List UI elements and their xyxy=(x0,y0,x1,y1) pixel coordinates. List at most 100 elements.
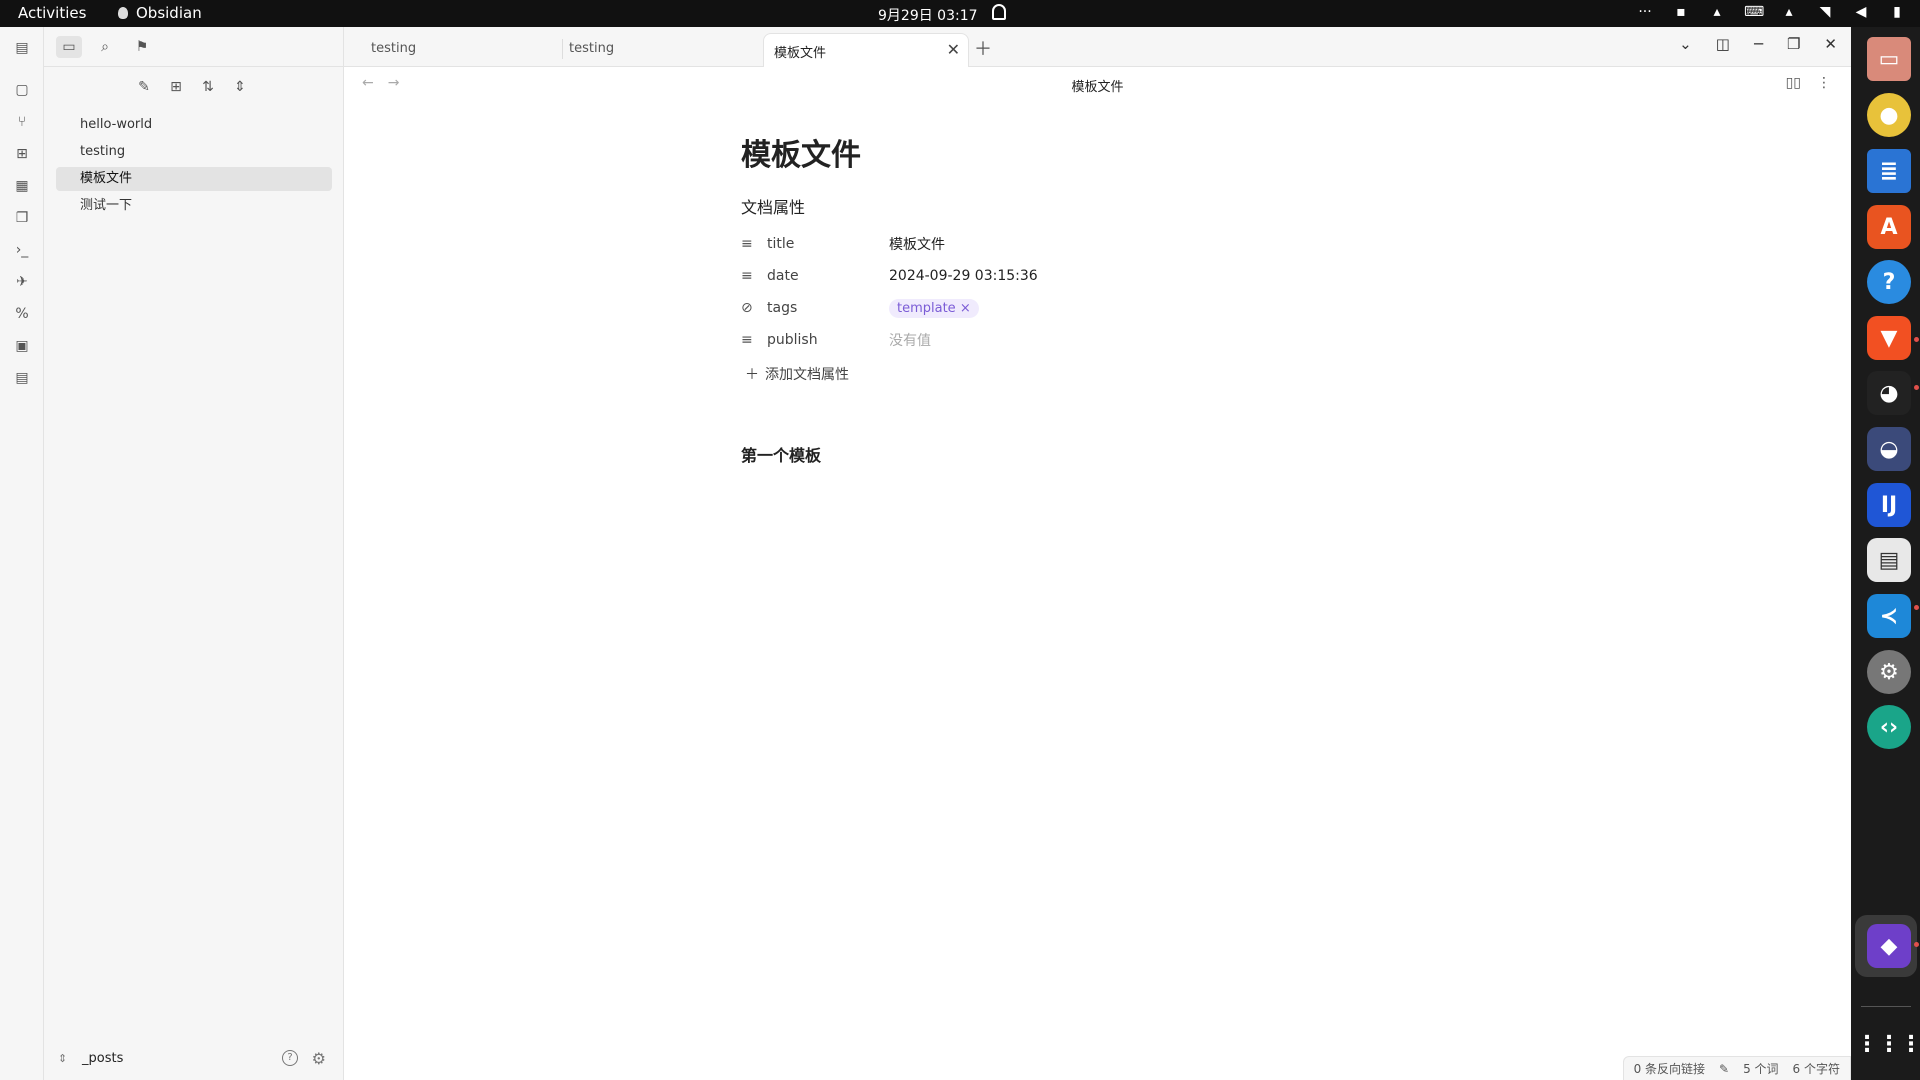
reading-view-icon[interactable]: ▯▯ xyxy=(1786,75,1801,91)
sidebar-tabs: ▭ ⌕ ⚑ xyxy=(44,27,344,67)
show-apps-icon[interactable]: ⋮⋮⋮ xyxy=(1856,1022,1920,1066)
note-title[interactable]: 模板文件 xyxy=(741,130,1441,174)
tray-cat-icon[interactable]: ▪ xyxy=(1672,3,1690,21)
property-key[interactable]: tags xyxy=(767,300,889,316)
view-header: ← → 模板文件 ▯▯ ⋮ xyxy=(344,67,1851,103)
collapse-all-icon[interactable]: ⇕ xyxy=(230,77,250,97)
activities-button[interactable]: Activities xyxy=(18,4,86,22)
help-icon[interactable]: ? xyxy=(1867,260,1911,304)
more-options-icon[interactable]: ⋮ xyxy=(1817,75,1831,91)
writer-icon[interactable]: ≣ xyxy=(1867,149,1911,193)
property-row: ≡ date 2024-09-29 03:15:36 xyxy=(741,260,1441,292)
minimize-icon[interactable]: ─ xyxy=(1754,35,1763,53)
app-center-icon[interactable]: A xyxy=(1867,205,1911,249)
property-value-empty[interactable]: 没有值 xyxy=(889,330,931,350)
obsidian-icon[interactable]: ◆ xyxy=(1867,924,1911,968)
volume-icon[interactable]: ◀ xyxy=(1852,3,1870,21)
properties-heading[interactable]: 文档属性 xyxy=(741,194,1441,218)
remove-tag-icon[interactable]: × xyxy=(960,301,971,316)
settings-icon[interactable]: ⚙ xyxy=(1867,650,1911,694)
file-explorer-sidebar: ▭ ⌕ ⚑ ✎ ⊞ ⇅ ⇕ hello-world testing 模板文件 测… xyxy=(44,27,344,1080)
command-palette-icon[interactable]: ›_ xyxy=(13,241,31,259)
system-tray[interactable]: ··· ▪ ▴ ⌨ ▴ ◥ ◀ ▮ xyxy=(1636,3,1906,21)
file-item[interactable]: hello-world xyxy=(56,113,332,137)
window-controls: ⌄ ◫ ─ ❐ ✕ xyxy=(1679,35,1837,53)
tags-icon[interactable]: ⊘ xyxy=(741,300,767,316)
rhythmbox-icon[interactable]: ● xyxy=(1867,93,1911,137)
tab-testing-2[interactable]: testing xyxy=(542,33,740,67)
status-bar: 0 条反向链接 ✎ 5 个词 6 个字符 xyxy=(1622,1056,1851,1080)
tab-active[interactable]: 模板文件 ✕ xyxy=(763,33,969,67)
bookmark-icon[interactable]: ⚑ xyxy=(129,36,155,58)
files-icon[interactable]: ▭ xyxy=(1867,37,1911,81)
running-indicator xyxy=(1914,605,1919,610)
edit-pencil-icon[interactable]: ✎ xyxy=(1719,1062,1729,1076)
tray-qq-icon[interactable]: ▴ xyxy=(1780,3,1798,21)
open-quick-switcher-icon[interactable]: ▢ xyxy=(13,81,31,99)
settings-gear-icon[interactable]: ⚙ xyxy=(312,1049,326,1068)
vscode-icon[interactable]: ≺ xyxy=(1867,594,1911,638)
file-actions: ✎ ⊞ ⇅ ⇕ xyxy=(134,77,250,97)
new-note-icon[interactable]: ✎ xyxy=(134,77,154,97)
tab-list-chevron-icon[interactable]: ⌄ xyxy=(1679,35,1692,53)
document-viewer-icon[interactable]: ▤ xyxy=(1867,538,1911,582)
templates-icon[interactable]: ❐ xyxy=(13,209,31,227)
files-tab-icon[interactable]: ▭ xyxy=(56,36,82,58)
tag-pill[interactable]: template × xyxy=(889,298,979,318)
canvas-icon[interactable]: ⊞ xyxy=(13,145,31,163)
text-lines-icon[interactable]: ≡ xyxy=(741,332,767,348)
daily-note-icon[interactable]: ▦ xyxy=(13,177,31,195)
add-property-label: 添加文档属性 xyxy=(765,367,849,383)
tray-app-icon[interactable]: ▴ xyxy=(1708,3,1726,21)
restore-icon[interactable]: ❐ xyxy=(1787,35,1800,53)
vault-switcher[interactable]: ⇕ _posts ? ⚙ xyxy=(58,1046,330,1070)
wifi-icon[interactable]: ◥ xyxy=(1816,3,1834,21)
file-item-selected[interactable]: 模板文件 xyxy=(56,167,332,191)
property-key[interactable]: title xyxy=(767,236,889,252)
tray-more-icon[interactable]: ··· xyxy=(1636,3,1654,21)
close-window-icon[interactable]: ✕ xyxy=(1824,35,1837,53)
publish-icon[interactable]: ✈ xyxy=(13,273,31,291)
remote-desktop-icon[interactable]: ‹› xyxy=(1867,705,1911,749)
add-property-button[interactable]: ＋ 添加文档属性 xyxy=(741,364,1441,384)
markdown-format-icon[interactable]: % xyxy=(13,305,31,323)
tab-label: testing xyxy=(371,41,417,56)
property-value[interactable]: 2024-09-29 03:15:36 xyxy=(889,268,1038,284)
graph-view-icon[interactable]: ⑂ xyxy=(13,113,31,131)
property-row: ⊘ tags template × xyxy=(741,292,1441,324)
clock[interactable]: 9月29日 03:17 xyxy=(878,5,978,25)
new-folder-icon[interactable]: ⊞ xyxy=(166,77,186,97)
property-key[interactable]: publish xyxy=(767,332,889,348)
cat-app-icon[interactable]: ◒ xyxy=(1867,427,1911,471)
sort-icon[interactable]: ⇅ xyxy=(198,77,218,97)
brave-icon[interactable]: ▼ xyxy=(1867,316,1911,360)
battery-icon[interactable]: ▮ xyxy=(1888,3,1906,21)
terminal-icon[interactable]: ▣ xyxy=(13,337,31,355)
file-item[interactable]: 测试一下 xyxy=(56,194,332,218)
view-title[interactable]: 模板文件 xyxy=(344,76,1851,95)
tab-testing-1[interactable]: testing xyxy=(344,33,542,67)
property-key[interactable]: date xyxy=(767,268,889,284)
toggle-right-sidebar-icon[interactable]: ◫ xyxy=(1716,35,1730,53)
help-icon[interactable]: ? xyxy=(282,1050,298,1066)
intellij-icon[interactable]: IJ xyxy=(1867,483,1911,527)
qq-icon[interactable]: ◕ xyxy=(1867,371,1911,415)
keyboard-icon[interactable]: ⌨ xyxy=(1744,3,1764,21)
system-top-bar: Activities Obsidian 9月29日 03:17 ··· ▪ ▴ … xyxy=(0,0,1920,27)
close-tab-icon[interactable]: ✕ xyxy=(947,40,960,59)
text-lines-icon[interactable]: ≡ xyxy=(741,268,767,284)
file-code-icon[interactable]: ▤ xyxy=(13,369,31,387)
property-value[interactable]: 模板文件 xyxy=(889,234,945,254)
tag-label: template xyxy=(897,300,956,316)
notification-bell-icon[interactable] xyxy=(992,4,1006,20)
new-tab-icon[interactable]: ＋ xyxy=(974,35,992,61)
text-lines-icon[interactable]: ≡ xyxy=(741,236,767,252)
search-icon[interactable]: ⌕ xyxy=(92,36,118,58)
char-count[interactable]: 6 个字符 xyxy=(1793,1060,1840,1077)
note-heading[interactable]: 第一个模板 xyxy=(741,442,1441,466)
app-menu[interactable]: Obsidian xyxy=(118,4,202,22)
toggle-sidebar-icon[interactable]: ▤ xyxy=(13,39,31,57)
file-item[interactable]: testing xyxy=(56,140,332,164)
word-count[interactable]: 5 个词 xyxy=(1743,1060,1778,1077)
backlinks-count[interactable]: 0 条反向链接 xyxy=(1634,1060,1705,1077)
